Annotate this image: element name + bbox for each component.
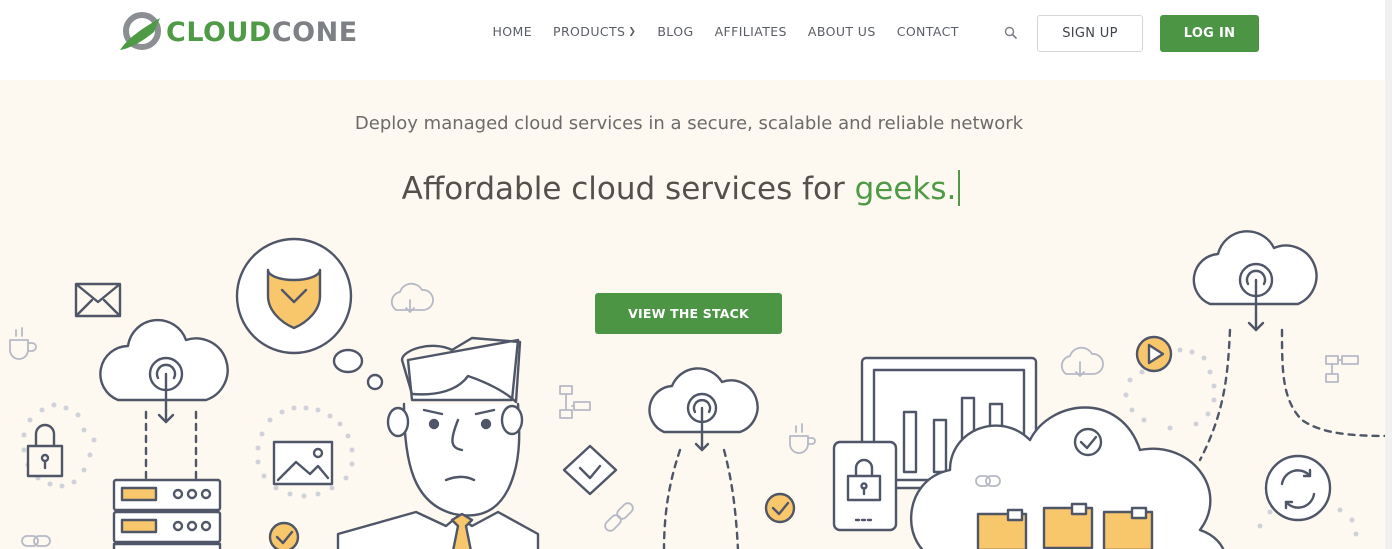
view-the-stack-button[interactable]: VIEW THE STACK — [595, 293, 782, 334]
page-scrollbar[interactable] — [1385, 0, 1392, 549]
hero-headline: Affordable cloud services for geeks. — [0, 170, 1362, 207]
cloud-download-icon-right — [1192, 230, 1392, 462]
sitemap-icon-left — [559, 385, 591, 419]
coffee-cup-icon — [9, 327, 37, 360]
check-circle-icon-bottom-left — [268, 521, 300, 549]
diamond-check-icon — [562, 444, 618, 496]
refresh-icon — [1264, 454, 1332, 522]
cloud-sync-icon-small — [390, 282, 434, 313]
man-illustration — [336, 336, 540, 549]
cloud-sync-icon-right-small — [1060, 346, 1104, 377]
play-button-icon — [1135, 335, 1173, 373]
envelope-icon — [74, 282, 122, 318]
headline-accent-word: geeks. — [854, 171, 957, 207]
padlock-icon — [26, 423, 64, 478]
headline-prefix: Affordable cloud services for — [401, 171, 855, 207]
hero-subtitle: Deploy managed cloud services in a secur… — [354, 113, 1024, 134]
phone-lock-icon — [832, 440, 898, 532]
typing-cursor — [958, 170, 961, 206]
cloud-download-icon-left — [99, 318, 229, 482]
hero-illustration — [9, 230, 1392, 549]
shield-thought-bubble — [235, 237, 384, 391]
image-frame-icon — [272, 440, 334, 486]
chain-link-icon-bottom-left — [21, 535, 51, 547]
coffee-cup-icon-center — [789, 423, 816, 454]
cloud-download-icon-center — [648, 367, 759, 549]
server-rack-icon — [112, 478, 222, 549]
chain-link-icon-center — [604, 502, 634, 532]
sitemap-icon-right — [1325, 355, 1359, 383]
check-circle-icon-center — [764, 492, 796, 524]
